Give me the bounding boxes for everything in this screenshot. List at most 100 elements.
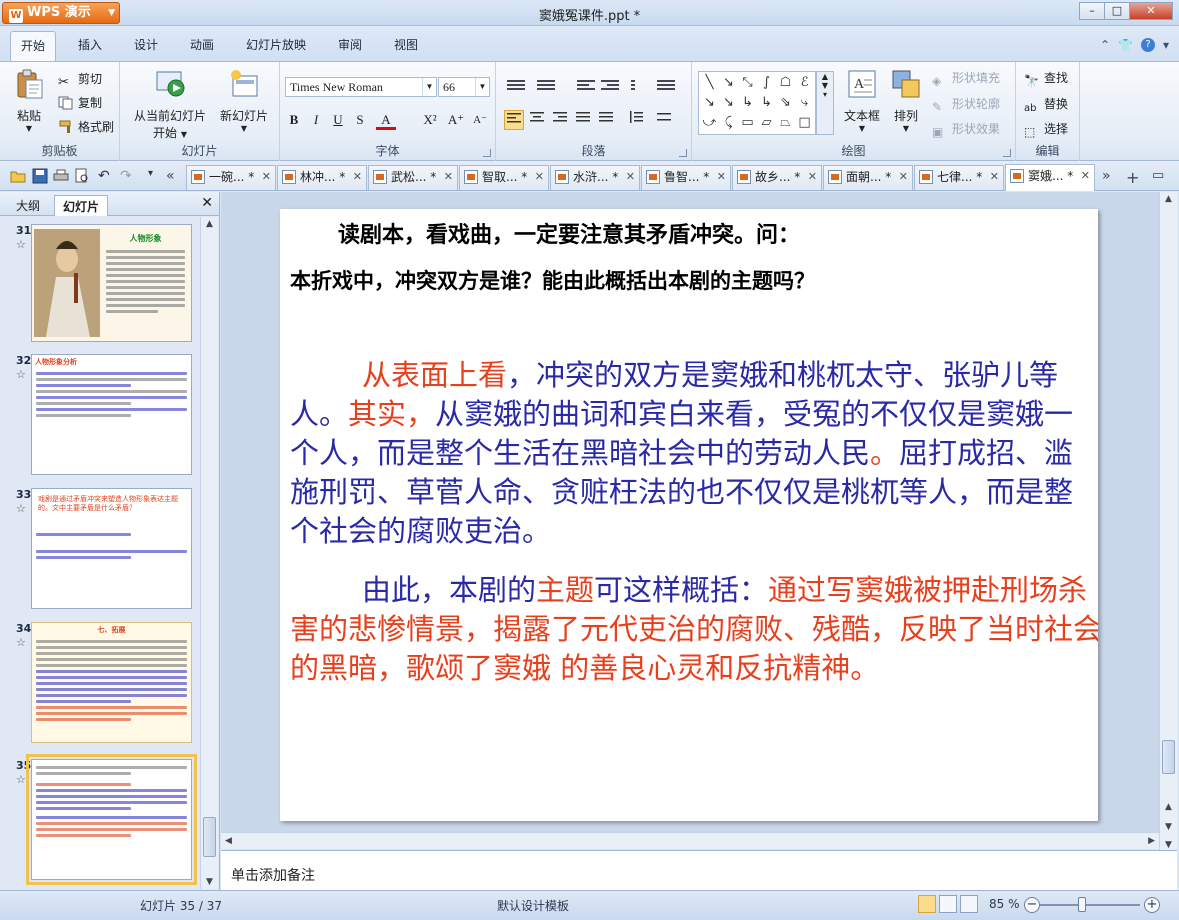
tab-slideshow[interactable]: 幻灯片放映 <box>246 36 306 53</box>
curved-arrow-icon[interactable]: ⤻ <box>700 113 719 133</box>
close-panel-icon[interactable]: ✕ <box>201 195 213 211</box>
text-direction-icon[interactable] <box>630 78 650 94</box>
format-painter-button[interactable]: 格式刷 <box>58 118 114 135</box>
text-box-button[interactable]: A 文本框 ▼ <box>840 68 884 133</box>
slide-paragraph-1[interactable]: 从表面上看，冲突的双方是窦娥和桃杌太守、张驴儿等人。其实，从窦娥的曲词和宾白来看… <box>290 356 1090 551</box>
justify-button[interactable] <box>573 110 593 130</box>
doc-tab[interactable]: 智取... * ✕ <box>459 165 549 190</box>
increase-font-button[interactable]: A⁺ <box>446 110 466 130</box>
scroll-up-icon[interactable]: ▲ <box>1165 194 1172 204</box>
arrow-shape-icon[interactable]: ↘ <box>719 73 738 93</box>
font-dialog-launcher[interactable] <box>483 149 491 157</box>
print-icon[interactable] <box>53 168 69 184</box>
editor-vertical-scrollbar[interactable]: ▲ ▲ ▼ ▼ <box>1159 192 1177 857</box>
slide-thumbnail[interactable]: 人物形象分析 <box>31 354 192 475</box>
tabs-scroll-right-icon[interactable]: » <box>1102 168 1118 184</box>
select-button[interactable]: ⬚ 选择 <box>1024 120 1068 139</box>
square-shape-icon[interactable]: □ <box>795 113 814 133</box>
next-slide-icon[interactable]: ▼ <box>1165 840 1172 850</box>
scroll-up-icon[interactable]: ▲ <box>206 219 213 229</box>
curved-connector-icon[interactable]: ⤷ <box>795 93 814 113</box>
close-tab-icon[interactable]: ✕ <box>444 166 453 188</box>
arrange-button[interactable]: 排列 ▼ <box>886 68 926 133</box>
close-tab-icon[interactable]: ✕ <box>353 166 362 188</box>
doc-tab[interactable]: 武松... * ✕ <box>368 165 458 190</box>
tabs-scroll-left-icon[interactable]: « <box>166 168 182 184</box>
play-from-current-button[interactable]: 从当前幻灯片 开始 ▼ <box>128 68 212 141</box>
doc-tab[interactable]: 面朝... * ✕ <box>823 165 913 190</box>
copy-button[interactable]: 复制 <box>58 94 102 111</box>
slide-sorter-view-icon[interactable] <box>939 895 957 913</box>
line-spacing-button[interactable] <box>626 110 646 130</box>
normal-view-icon[interactable] <box>918 895 936 913</box>
align-left-button[interactable] <box>504 110 524 130</box>
slide-question-line2[interactable]: 本折戏中，冲突双方是谁？能由此概括出本剧的主题吗？ <box>290 265 815 295</box>
scroll-up-icon[interactable]: ▲ <box>1165 802 1172 812</box>
maximize-button[interactable]: □ <box>1104 2 1130 20</box>
slide-thumbnail[interactable]: 七、拓展 <box>31 622 192 743</box>
skin-icon[interactable]: 👕 <box>1118 38 1133 52</box>
close-tab-icon[interactable]: ✕ <box>899 166 908 188</box>
elbow-double-arrow-icon[interactable]: ⇘ <box>776 93 795 113</box>
close-button[interactable]: ✕ <box>1129 2 1173 20</box>
italic-button[interactable]: I <box>306 110 326 130</box>
print-preview-icon[interactable] <box>74 168 90 184</box>
bold-button[interactable]: B <box>284 110 304 130</box>
numbering-icon[interactable] <box>536 78 556 94</box>
slide-paragraph-2[interactable]: 由此，本剧的主题可这样概括：通过写窦娥被押赴刑场杀害的悲惨情景，揭露了元代吏治的… <box>290 571 1098 688</box>
align-center-button[interactable] <box>527 110 547 130</box>
zoom-slider[interactable] <box>1040 904 1140 906</box>
new-slide-button[interactable]: 新幻灯片 ▼ <box>216 68 272 133</box>
slide-thumbnail-selected[interactable] <box>26 754 197 885</box>
scribble-shape-icon[interactable]: ℰ <box>795 73 814 93</box>
elbow-arrow-icon[interactable]: ↳ <box>757 93 776 113</box>
scroll-down-icon[interactable]: ▼ <box>206 877 213 887</box>
doc-tab[interactable]: 鲁智... * ✕ <box>641 165 731 190</box>
double-arrow-shape-icon[interactable]: ⤡ <box>738 73 757 93</box>
new-tab-icon[interactable]: + <box>1126 168 1142 187</box>
close-tab-icon[interactable]: ✕ <box>626 166 635 188</box>
close-tab-icon[interactable]: ✕ <box>808 166 817 188</box>
doc-tab[interactable]: 故乡... * ✕ <box>732 165 822 190</box>
shape-outline-button[interactable]: ✎ 形状轮廓 <box>932 95 1000 114</box>
slide-thumbnail[interactable]: 戏剧是通过矛盾冲突来塑造人物形象表达主题的。文中主要矛盾是什么矛盾？ <box>31 488 192 609</box>
open-folder-icon[interactable] <box>10 168 26 184</box>
replace-button[interactable]: ab 替换 <box>1024 95 1068 117</box>
tab-design[interactable]: 设计 <box>134 36 158 53</box>
underline-button[interactable]: U <box>328 110 348 130</box>
customize-toolbar-icon[interactable]: ▾ <box>148 168 164 184</box>
font-family-select[interactable]: Times New Roman ▼ <box>285 77 437 97</box>
paste-button[interactable]: 粘贴 ▼ <box>8 68 50 133</box>
scroll-left-icon[interactable]: ◀ <box>225 836 232 846</box>
close-tab-icon[interactable]: ✕ <box>1081 165 1090 187</box>
close-tab-icon[interactable]: ✕ <box>535 166 544 188</box>
line-shape-icon[interactable]: ╲ <box>700 73 719 93</box>
close-tab-icon[interactable]: ✕ <box>262 166 271 188</box>
doc-tab[interactable]: 林冲... * ✕ <box>277 165 367 190</box>
zoom-out-button[interactable]: − <box>1024 897 1040 913</box>
scrollbar-thumb[interactable] <box>1162 740 1175 774</box>
font-size-select[interactable]: 66 ▼ <box>438 77 490 97</box>
bullets-icon[interactable] <box>506 78 526 94</box>
redo-icon[interactable]: ↷ <box>120 168 136 184</box>
tab-view[interactable]: 视图 <box>394 36 418 53</box>
scrollbar-thumb[interactable] <box>203 817 216 857</box>
paragraph-dialog-launcher[interactable] <box>679 149 687 157</box>
slideshow-view-icon[interactable] <box>960 895 978 913</box>
rectangle-shape-icon[interactable]: ▭ <box>738 113 757 133</box>
decrease-font-button[interactable]: A⁻ <box>470 110 490 130</box>
undo-icon[interactable]: ↶ <box>98 168 114 184</box>
shape-fill-button[interactable]: ◈ 形状填充 <box>932 69 1000 88</box>
doc-tab-active[interactable]: 窦娥... * ✕ <box>1005 164 1095 191</box>
minimize-button[interactable]: – <box>1079 2 1105 20</box>
distribute-button[interactable] <box>596 110 616 130</box>
notes-pane[interactable]: 单击添加备注 <box>221 850 1177 890</box>
shadow-text-button[interactable]: S <box>350 110 370 130</box>
doc-tab[interactable]: 七律... * ✕ <box>914 165 1004 190</box>
close-tab-icon[interactable]: ✕ <box>717 166 726 188</box>
freeform-shape-icon[interactable]: ☖ <box>776 73 795 93</box>
tab-home[interactable]: 开始 <box>10 31 57 62</box>
doc-tab[interactable]: 一碗... * ✕ <box>186 165 276 190</box>
align-right-button[interactable] <box>550 110 570 130</box>
doc-tab[interactable]: 水浒... * ✕ <box>550 165 640 190</box>
